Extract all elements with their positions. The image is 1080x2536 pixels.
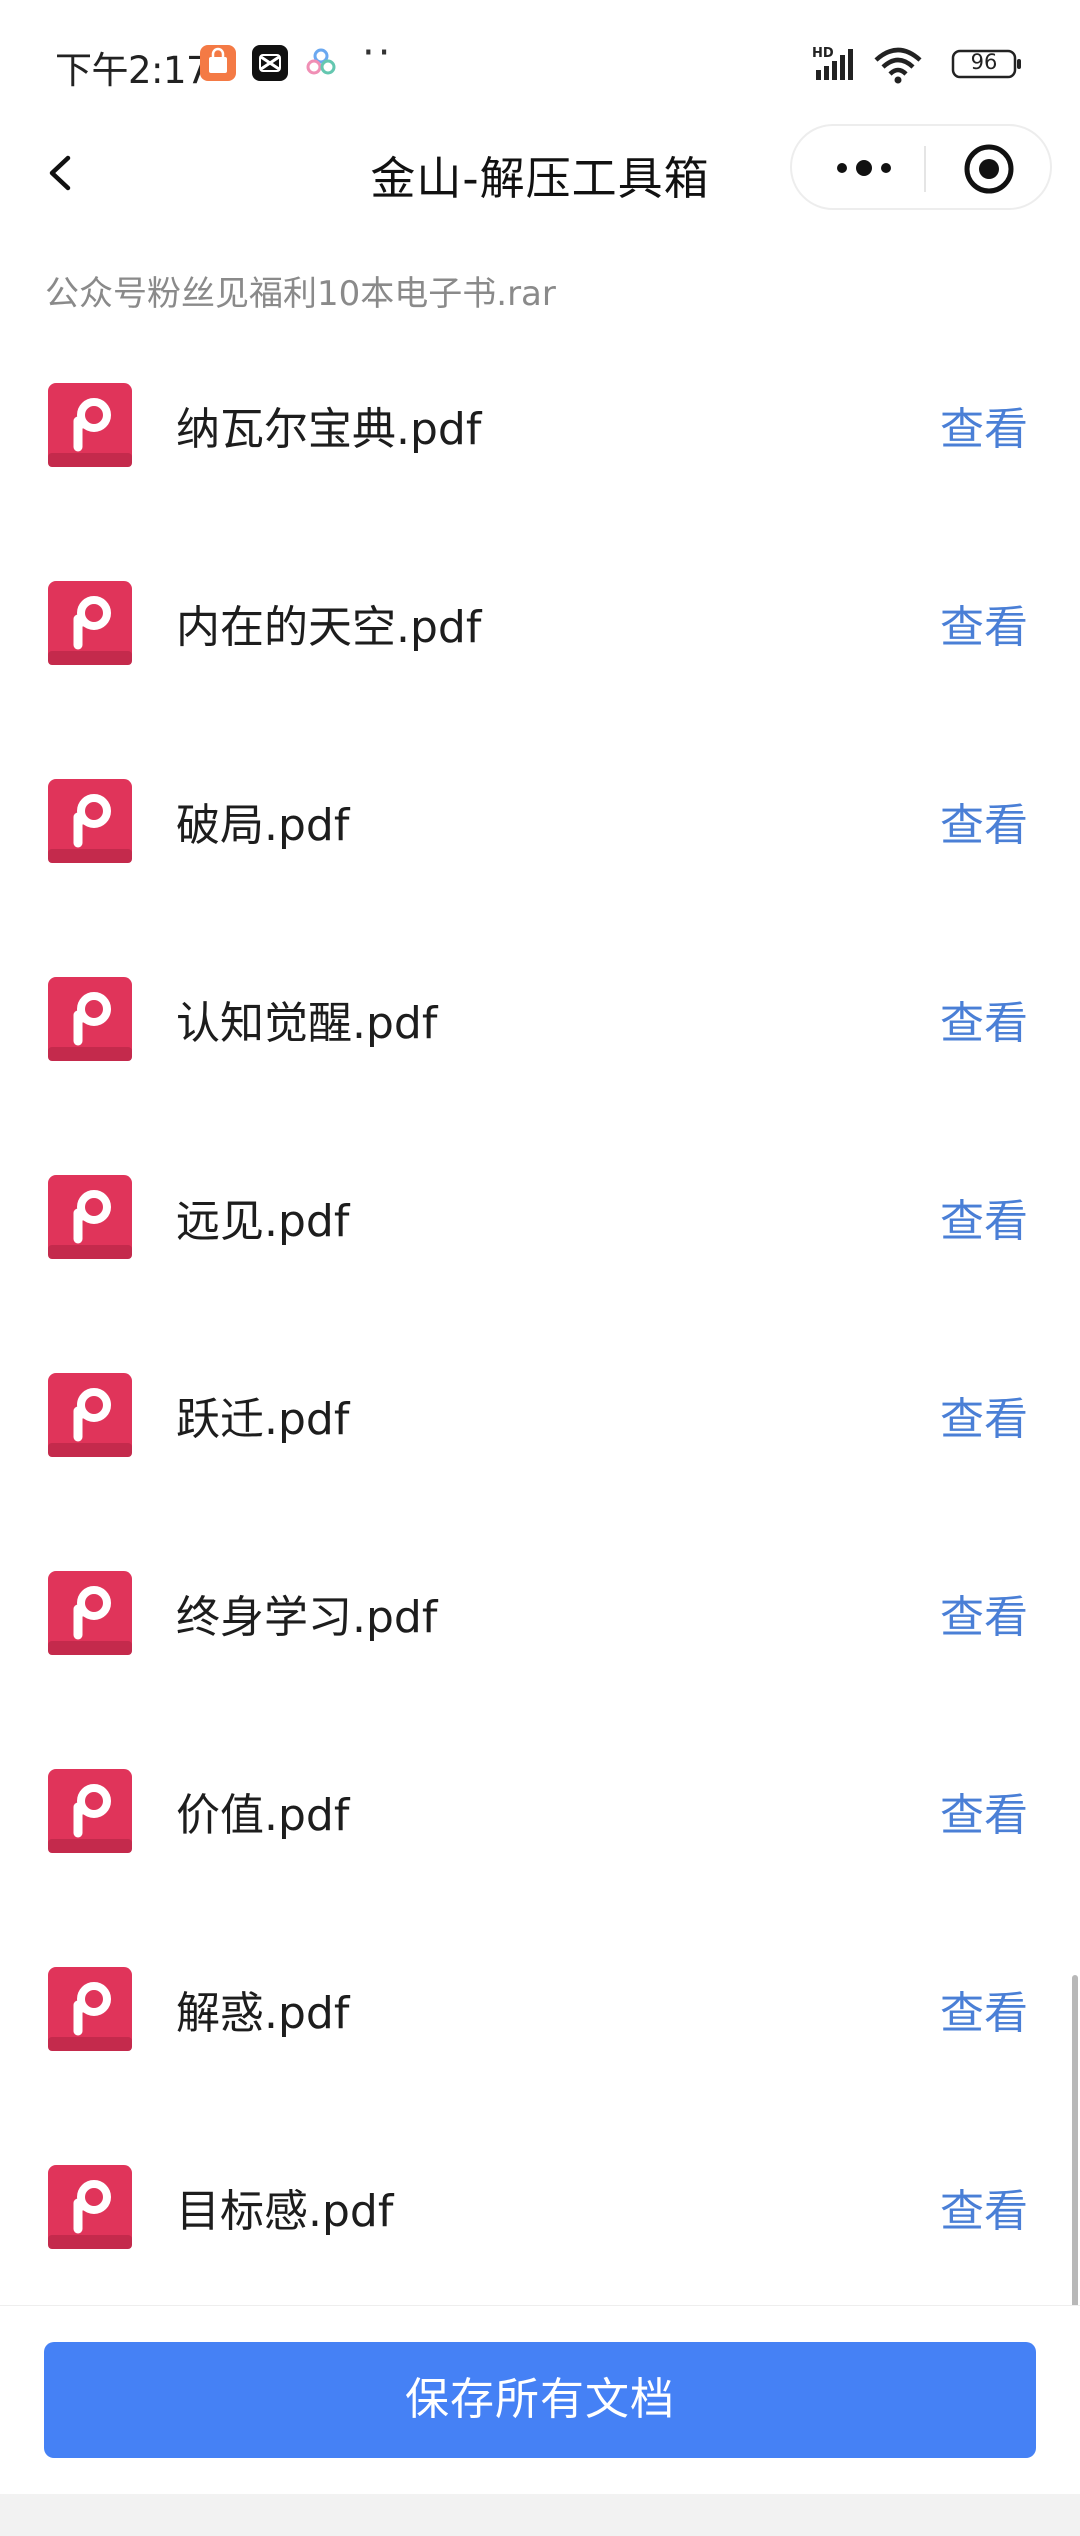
pdf-file-icon xyxy=(48,2165,132,2249)
view-link[interactable]: 查看 xyxy=(940,1779,1028,1843)
target-close-icon xyxy=(964,144,1014,194)
more-notifications-icon: ·· xyxy=(362,30,394,76)
scrollbar[interactable] xyxy=(1072,1975,1078,2315)
pdf-file-icon xyxy=(48,383,132,467)
battery-level: 96 xyxy=(970,50,998,74)
file-name: 跃迁.pdf xyxy=(176,1394,350,1445)
file-name: 内在的天空.pdf xyxy=(176,602,482,653)
shopping-bag-app-icon xyxy=(200,45,236,81)
file-list: 纳瓦尔宝典.pdf 查看 内在的天空.pdf 查看 破局.pdf 查看 认知觉醒… xyxy=(0,355,1080,2335)
capsule-divider xyxy=(924,146,926,192)
capcut-app-icon xyxy=(252,45,288,81)
view-link[interactable]: 查看 xyxy=(940,591,1028,655)
file-name: 认知觉醒.pdf xyxy=(176,998,438,1049)
file-name: 解惑.pdf xyxy=(176,1988,350,2039)
pdf-file-icon xyxy=(48,1571,132,1655)
file-name: 价值.pdf xyxy=(176,1790,350,1841)
cluster-app-icon xyxy=(303,45,339,81)
wifi-icon xyxy=(874,47,922,84)
file-item[interactable]: 破局.pdf 查看 xyxy=(0,751,1080,949)
file-item[interactable]: 解惑.pdf 查看 xyxy=(0,1939,1080,2137)
file-item[interactable]: 跃迁.pdf 查看 xyxy=(0,1345,1080,1543)
file-name: 终身学习.pdf xyxy=(176,1592,438,1643)
close-mini-program-button[interactable] xyxy=(962,142,1016,196)
view-link[interactable]: 查看 xyxy=(940,789,1028,853)
archive-name: 公众号粉丝见福利10本电子书.rar xyxy=(45,274,556,314)
svg-text:HD: HD xyxy=(812,46,834,61)
file-name: 目标感.pdf xyxy=(176,2186,394,2237)
file-item[interactable]: 内在的天空.pdf 查看 xyxy=(0,553,1080,751)
file-name: 远见.pdf xyxy=(176,1196,350,1247)
file-item[interactable]: 价值.pdf 查看 xyxy=(0,1741,1080,1939)
file-item[interactable]: 认知觉醒.pdf 查看 xyxy=(0,949,1080,1147)
pdf-file-icon xyxy=(48,977,132,1061)
status-time: 下午2:17 xyxy=(55,49,210,92)
view-link[interactable]: 查看 xyxy=(940,1383,1028,1447)
signal-icon: HD xyxy=(812,46,853,80)
view-link[interactable]: 查看 xyxy=(940,987,1028,1051)
pdf-file-icon xyxy=(48,779,132,863)
view-link[interactable]: 查看 xyxy=(940,1977,1028,2041)
pdf-file-icon xyxy=(48,1175,132,1259)
more-dots-icon xyxy=(837,160,891,176)
file-item[interactable]: 终身学习.pdf 查看 xyxy=(0,1543,1080,1741)
save-all-documents-button[interactable]: 保存所有文档 xyxy=(44,2342,1036,2458)
pdf-file-icon xyxy=(48,581,132,665)
file-name: 纳瓦尔宝典.pdf xyxy=(176,404,482,455)
pdf-file-icon xyxy=(48,1769,132,1853)
file-item[interactable]: 纳瓦尔宝典.pdf 查看 xyxy=(0,355,1080,553)
pdf-file-icon xyxy=(48,1967,132,2051)
status-bar: 下午2:17 ·· HD 96 xyxy=(0,0,1080,126)
pdf-file-icon xyxy=(48,1373,132,1457)
view-link[interactable]: 查看 xyxy=(940,1185,1028,1249)
file-name: 破局.pdf xyxy=(176,800,350,851)
bottom-action-area: 保存所有文档 xyxy=(0,2305,1080,2496)
view-link[interactable]: 查看 xyxy=(940,393,1028,457)
system-bottom-bar xyxy=(0,2494,1080,2536)
page: 下午2:17 ·· HD 96 金山-解压工具箱 公众号粉丝见福利10本电子书.… xyxy=(0,0,1080,2536)
more-button[interactable] xyxy=(826,146,906,190)
view-link[interactable]: 查看 xyxy=(940,2175,1028,2239)
file-item[interactable]: 远见.pdf 查看 xyxy=(0,1147,1080,1345)
nav-bar: 金山-解压工具箱 xyxy=(0,122,1080,222)
mini-program-capsule xyxy=(790,124,1052,210)
view-link[interactable]: 查看 xyxy=(940,1581,1028,1645)
